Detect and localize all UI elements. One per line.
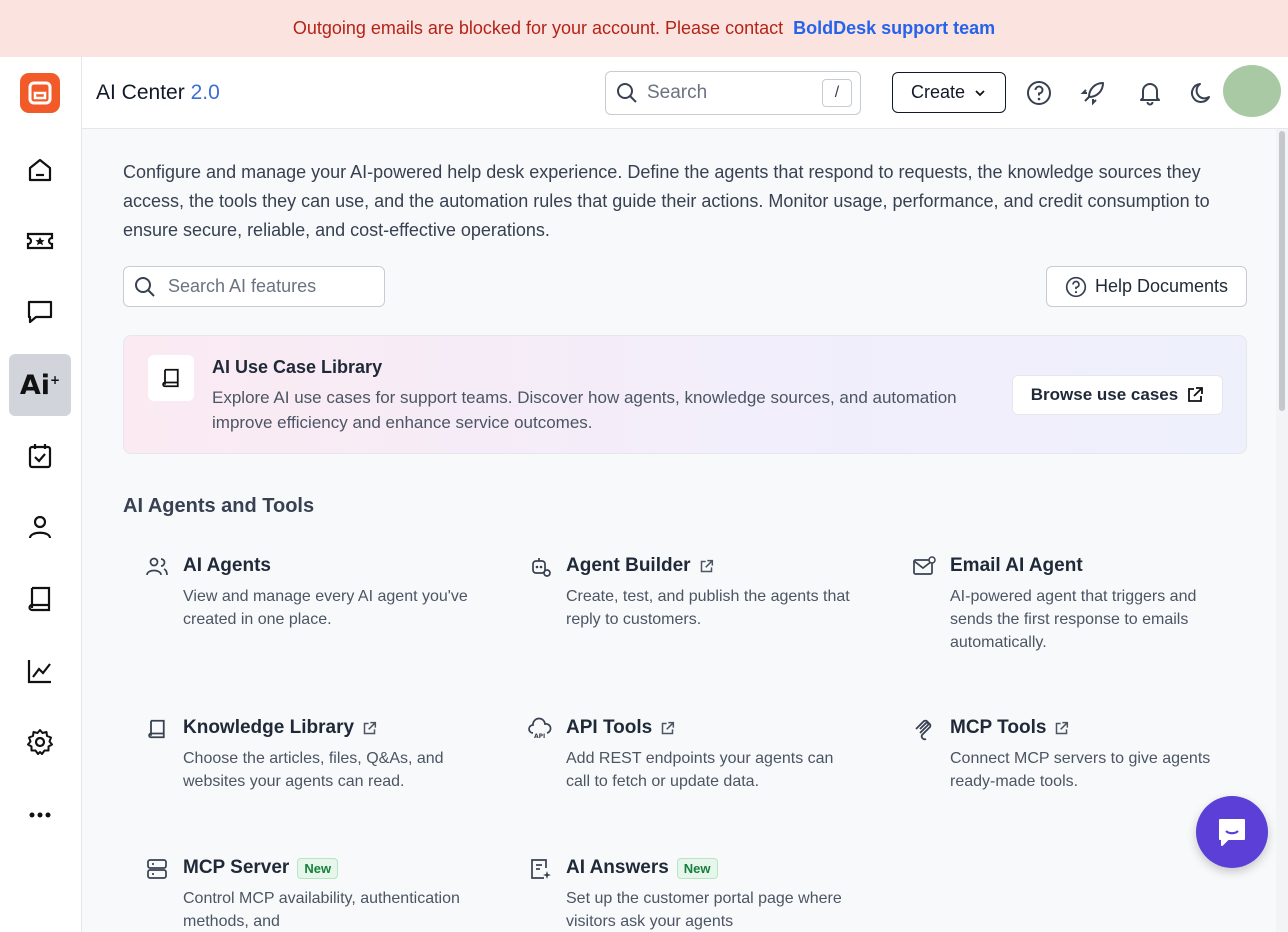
card-description: View and manage every AI agent you've cr… (183, 588, 468, 628)
sidebar-item-knowledge-base[interactable] (9, 568, 71, 630)
card-description: Control MCP availability, authentication… (183, 890, 460, 930)
getting-started-button[interactable] (1079, 79, 1107, 107)
search-placeholder: Search (647, 82, 708, 103)
moon-icon (1190, 83, 1210, 103)
scrollbar-thumb[interactable] (1279, 131, 1285, 411)
help-circle-icon (1065, 276, 1087, 297)
help-documents-label: Help Documents (1094, 276, 1229, 296)
version-label: 2.0 (190, 81, 220, 104)
api-cloud-icon: API (528, 717, 552, 740)
settings-icon (27, 729, 53, 755)
card-description: Add REST endpoints your agents can call … (566, 750, 834, 790)
new-badge: New (676, 857, 718, 879)
sidebar-item-home[interactable] (9, 139, 71, 201)
search-icon (617, 83, 637, 103)
help-documents-button[interactable]: Help Documents (1046, 266, 1247, 307)
chat-bubble-icon (1219, 819, 1245, 846)
chevron-down-icon (975, 89, 985, 96)
doc-sparkle-icon (531, 859, 551, 879)
page-title-text: AI Center (96, 81, 185, 104)
use-case-title: AI Use Case Library (212, 357, 383, 377)
card-description: Choose the articles, files, Q&As, and we… (183, 750, 444, 790)
book-icon (28, 586, 51, 612)
card-title: Agent Builder (566, 555, 691, 576)
card-title: API Tools (566, 717, 653, 738)
account-warning-banner: Outgoing emails are blocked for your acc… (0, 0, 1288, 57)
calendar-check-icon (28, 444, 52, 469)
create-label: Create (910, 82, 966, 102)
banner-message: Outgoing emails are blocked for your acc… (292, 18, 784, 38)
user-avatar[interactable] (1223, 65, 1281, 117)
feature-search-placeholder: Search AI features (168, 276, 317, 296)
sidebar-item-tasks[interactable] (9, 425, 71, 487)
robot-icon (532, 558, 551, 577)
mcp-icon (915, 719, 932, 741)
notifications-button[interactable] (1136, 79, 1164, 107)
ai-icon: Ai+ (19, 369, 61, 401)
card-title: Knowledge Library (183, 717, 355, 738)
sidebar-item-chat[interactable] (9, 281, 71, 343)
browse-use-cases-label: Browse use cases (1030, 385, 1179, 404)
card-title: MCP Server (183, 857, 290, 878)
external-link-icon (1056, 721, 1069, 734)
browse-use-cases-button[interactable]: Browse use cases (1012, 375, 1223, 415)
server-icon (147, 859, 167, 879)
svg-text:API: API (534, 733, 545, 740)
chat-widget-button[interactable] (1196, 796, 1268, 868)
sidebar-item-ai-center[interactable]: Ai+ (9, 354, 71, 416)
card-title: AI Answers (566, 857, 669, 878)
page-title: AI Center 2.0 (96, 81, 220, 105)
section-title: AI Agents and Tools (123, 495, 315, 517)
sidebar-item-more[interactable] (9, 784, 71, 846)
card-description: Create, test, and publish the agents tha… (566, 588, 850, 628)
create-button[interactable]: Create (892, 72, 1006, 113)
sidebar-item-reports[interactable] (9, 640, 71, 702)
new-badge: New (297, 857, 339, 879)
card-description: AI-powered agent that triggers and sends… (950, 588, 1197, 651)
external-link-icon (1188, 387, 1204, 402)
book-icon (148, 719, 165, 739)
more-icon (29, 812, 51, 818)
card-description: Connect MCP servers to give agents ready… (950, 750, 1211, 790)
search-shortcut-key: / (822, 79, 852, 107)
use-case-description: Explore AI use cases for support teams. … (212, 388, 957, 432)
external-link-icon (700, 559, 713, 572)
user-icon (28, 515, 52, 539)
users-icon (146, 557, 168, 576)
home-icon (28, 158, 52, 182)
card-title: MCP Tools (950, 717, 1047, 738)
chat-icon (27, 300, 53, 324)
external-link-icon (363, 721, 377, 734)
use-case-library-card: AI Use Case Library Explore AI use cases… (123, 335, 1247, 454)
theme-toggle-button[interactable] (1188, 79, 1216, 107)
page-description: Configure and manage your AI-powered hel… (123, 162, 1210, 240)
search-icon (135, 276, 155, 297)
main-scrollbar[interactable] (1276, 129, 1288, 932)
bolddesk-logo-icon[interactable] (20, 73, 60, 113)
top-bar: AI Center 2.0 Search / Create (82, 57, 1288, 129)
help-circle-icon (1027, 81, 1051, 105)
book-icon (148, 355, 194, 401)
card-description: Set up the customer portal page where vi… (566, 890, 842, 930)
external-link-icon (661, 721, 675, 734)
main-content: Configure and manage your AI-powered hel… (82, 129, 1276, 932)
support-team-link[interactable]: BoldDesk support team (793, 18, 995, 39)
sidebar-item-contacts[interactable] (9, 496, 71, 558)
mail-icon (913, 556, 936, 575)
global-search-input[interactable]: Search / (605, 71, 861, 115)
analytics-icon (27, 660, 51, 684)
card-title: AI Agents (183, 555, 271, 576)
card-title: Email AI Agent (950, 555, 1083, 576)
ticket-icon (26, 232, 54, 250)
rocket-icon (1080, 82, 1104, 106)
sidebar-item-settings[interactable] (9, 711, 71, 773)
bell-icon (1140, 83, 1160, 106)
sidebar: Ai+ (0, 57, 82, 932)
feature-search-input[interactable]: Search AI features (123, 266, 385, 307)
help-button[interactable] (1025, 79, 1053, 107)
sidebar-item-tickets[interactable] (9, 210, 71, 272)
